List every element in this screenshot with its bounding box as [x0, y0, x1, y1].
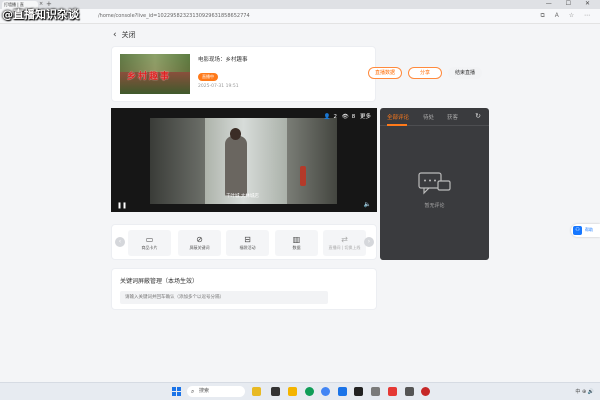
block-icon: ⊘ [196, 235, 203, 244]
view-count: 8 [351, 114, 356, 120]
help-label: 帮助 [585, 227, 593, 232]
end-live-button[interactable]: 结束直播 [448, 67, 482, 79]
tools-bar: ‹ ▭ 商品卡片 ⊘ 屏蔽关键词 ⊟ 福袋活动 ▥ 数据 ⇄ 直播间 | 切换上… [111, 224, 377, 260]
tab-leads[interactable]: 获客 [447, 113, 458, 121]
help-float-button[interactable]: ⚇ 帮助 [571, 224, 600, 237]
browser-tabbar: 打墙播 | 直 × + — ☐ ✕ [0, 0, 600, 9]
pause-icon[interactable]: ❚❚ [117, 202, 127, 209]
refresh-icon[interactable]: ↻ [475, 112, 481, 120]
chrome-icon[interactable] [321, 387, 330, 396]
app-icon[interactable] [405, 387, 414, 396]
tab-all-comments[interactable]: 全部评论 [387, 113, 409, 121]
live-title: 电影现场：乡村趣事 [198, 57, 248, 63]
url-text[interactable]: /home/console?live_id=102295823231309296… [98, 13, 250, 19]
help-icon: ⚇ [573, 226, 582, 235]
tool-product-card[interactable]: ▭ 商品卡片 [128, 230, 171, 256]
video-subtitle: 千叶城 大林城店 [226, 194, 259, 199]
live-info-card: 乡村趣事 电影现场：乡村趣事 直播中 2025-07-31 19:51 [111, 46, 376, 102]
store-icon[interactable] [338, 387, 347, 396]
windows-start-icon[interactable] [172, 387, 181, 396]
active-tab-indicator [387, 124, 407, 126]
back-label: 关闭 [121, 31, 136, 39]
folder-icon[interactable] [288, 387, 297, 396]
eye-icon: 👁 [341, 114, 349, 120]
live-status-badge: 直播中 [198, 73, 218, 81]
viewer-count: 2 [333, 114, 338, 120]
video-frame [150, 118, 337, 204]
app-icon[interactable] [371, 387, 380, 396]
window-controls[interactable]: — ☐ ✕ [546, 0, 596, 7]
tool-block-keywords[interactable]: ⊘ 屏蔽关键词 [178, 230, 221, 256]
chevron-left-icon: ‹ [113, 30, 117, 40]
app-icon[interactable] [421, 387, 430, 396]
system-tray[interactable]: 中 ⊕ 🔊 [575, 388, 594, 395]
tool-label: 数据 [292, 245, 301, 250]
gift-card-icon: ⊟ [244, 235, 251, 244]
tool-switch-room[interactable]: ⇄ 直播间 | 切换上线 [323, 230, 366, 256]
card-icon: ▭ [145, 235, 154, 244]
address-bar-icons[interactable]: ⧉ A ☆ ⋯ [541, 12, 595, 20]
task-view-icon[interactable] [271, 387, 280, 396]
tool-label: 屏蔽关键词 [189, 245, 210, 250]
windows-taskbar: 搜索 中 ⊕ 🔊 [0, 382, 600, 400]
tab-pending[interactable]: 待处 [423, 113, 434, 121]
next-arrow-icon[interactable]: › [364, 237, 374, 247]
comments-tabs: 全部评论 待处 获客 ↻ [380, 108, 489, 126]
comments-panel: 全部评论 待处 获客 ↻ 暂无评论 [380, 108, 489, 260]
viewer-icon: 👤 [323, 114, 331, 120]
edge-icon[interactable] [305, 387, 314, 396]
tool-label: 直播间 | 切换上线 [328, 245, 361, 250]
app-icon[interactable] [252, 387, 261, 396]
taskbar-search[interactable]: 搜索 [187, 386, 245, 397]
live-thumbnail: 乡村趣事 [120, 54, 190, 94]
thumbnail-text: 乡村趣事 [127, 72, 172, 82]
keyword-block-panel: 关键词屏蔽管理（本场生效） [111, 268, 377, 310]
tool-lucky-bag[interactable]: ⊟ 福袋活动 [226, 230, 269, 256]
empty-comments-text: 暂无评论 [424, 203, 445, 209]
switch-icon: ⇄ [341, 235, 348, 244]
live-start-time: 2025-07-31 19:51 [198, 84, 239, 89]
tool-label: 福袋活动 [239, 245, 256, 250]
address-bar[interactable]: /home/console?live_id=102295823231309296… [0, 9, 600, 24]
watermark-text: @直播知识杂谈 [2, 8, 79, 21]
live-data-button[interactable]: 直播数据 [368, 67, 402, 79]
share-button[interactable]: 分享 [408, 67, 442, 79]
close-back-button[interactable]: ‹ 关闭 [113, 30, 136, 40]
app-icon[interactable] [354, 387, 363, 396]
keyword-input[interactable] [120, 291, 328, 304]
empty-comments-icon [418, 172, 451, 195]
video-stats: 👤 2 👁 8 更多 [321, 112, 371, 120]
more-link[interactable]: 更多 [360, 114, 371, 120]
prev-arrow-icon[interactable]: ‹ [115, 237, 125, 247]
keyword-panel-title: 关键词屏蔽管理（本场生效） [120, 278, 199, 285]
building-icon: ▥ [292, 235, 301, 244]
tool-data[interactable]: ▥ 数据 [275, 230, 318, 256]
volume-icon[interactable]: 🔈 [364, 201, 371, 208]
tool-label: 商品卡片 [141, 245, 158, 250]
app-icon[interactable] [388, 387, 397, 396]
